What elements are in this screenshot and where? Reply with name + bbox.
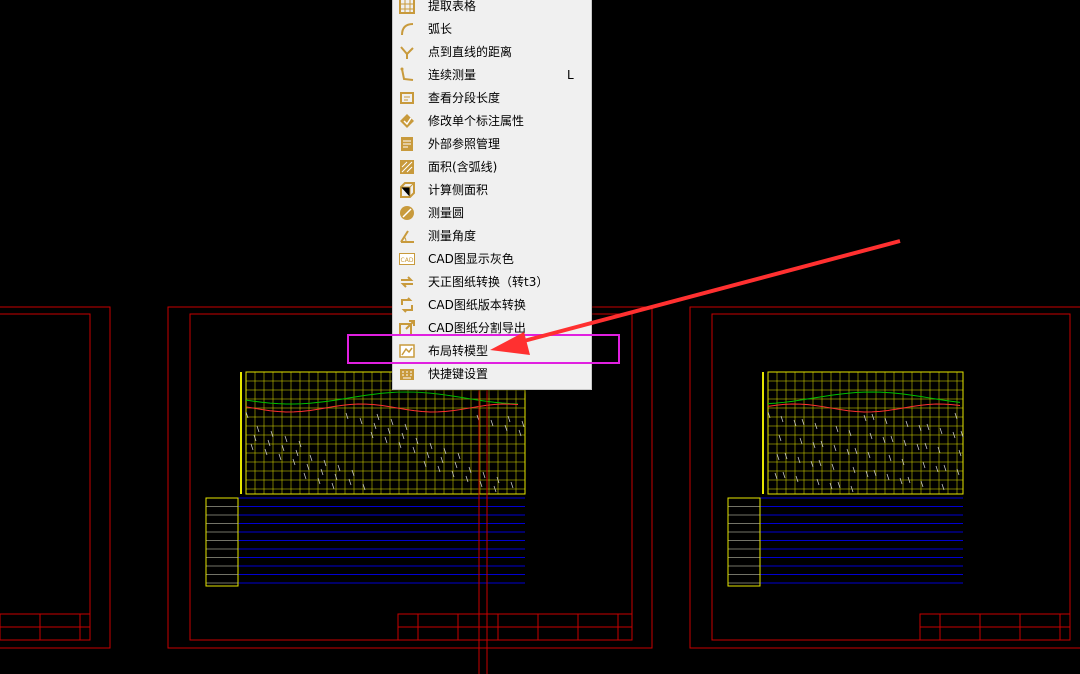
- edit-dimension-icon: [399, 113, 415, 129]
- menu-item-label: CAD图显示灰色: [428, 252, 514, 266]
- highlight-box: [347, 334, 620, 364]
- menu-item-label: 快捷键设置: [428, 367, 489, 381]
- menu-item-tangent-convert[interactable]: 天正图纸转换（转t3）: [393, 271, 591, 294]
- menu-item-xref-manager[interactable]: 外部参照管理: [393, 133, 591, 156]
- menu-item-arc-length[interactable]: 弧长: [393, 18, 591, 41]
- gray-display-badge: CAD: [401, 257, 414, 264]
- menu-item-label: 测量圆: [428, 206, 465, 220]
- measure-circle-icon: [399, 205, 415, 221]
- menu-item-label: 点到直线的距离: [428, 45, 513, 59]
- menu-item-edit-dimension[interactable]: 修改单个标注属性: [393, 110, 591, 133]
- menu-item-label: 面积(含弧线): [428, 160, 498, 174]
- menu-item-label: 提取表格: [428, 0, 477, 13]
- menu-item-label: 天正图纸转换（转t3）: [428, 275, 549, 289]
- context-menu: 提取表格 弧长 点到直线的距离 连续测量 L 查看分段长度 修改单个标注属性 外…: [392, 0, 592, 390]
- menu-item-extract-table[interactable]: 提取表格: [393, 0, 591, 18]
- menu-item-segment-length[interactable]: 查看分段长度: [393, 87, 591, 110]
- table-extract-icon: [399, 0, 415, 14]
- menu-item-label: 修改单个标注属性: [428, 114, 525, 128]
- continuous-measure-icon: [399, 67, 415, 83]
- version-convert-icon: [399, 297, 415, 313]
- menu-item-label: 测量角度: [428, 229, 477, 243]
- shortcut-key: L: [567, 68, 574, 82]
- menu-item-label: 连续测量: [428, 68, 477, 82]
- menu-item-side-area[interactable]: 计算侧面积: [393, 179, 591, 202]
- menu-item-shortcut-settings[interactable]: 快捷键设置: [393, 363, 591, 386]
- side-area-icon: [399, 182, 415, 198]
- menu-item-measure-circle[interactable]: 测量圆: [393, 202, 591, 225]
- shortcut-settings-icon: [399, 366, 415, 382]
- menu-item-label: 查看分段长度: [428, 91, 501, 105]
- menu-item-label: 外部参照管理: [428, 137, 501, 151]
- arc-length-icon: [399, 21, 415, 37]
- gray-display-icon: CAD: [399, 251, 415, 267]
- menu-item-label: 计算侧面积: [428, 183, 489, 197]
- menu-item-gray-display[interactable]: CAD CAD图显示灰色: [393, 248, 591, 271]
- tangent-convert-icon: [399, 274, 415, 290]
- area-arc-icon: [399, 159, 415, 175]
- measure-angle-icon: [399, 228, 415, 244]
- menu-item-measure-angle[interactable]: 测量角度: [393, 225, 591, 248]
- menu-item-continuous-measure[interactable]: 连续测量 L: [393, 64, 591, 87]
- point-line-distance-icon: [399, 44, 415, 60]
- menu-item-label: CAD图纸版本转换: [428, 298, 526, 312]
- xref-manager-icon: [399, 136, 415, 152]
- menu-item-version-convert[interactable]: CAD图纸版本转换: [393, 294, 591, 317]
- segment-length-icon: [399, 90, 415, 106]
- menu-item-label: 弧长: [428, 22, 453, 36]
- menu-item-point-line-distance[interactable]: 点到直线的距离: [393, 41, 591, 64]
- menu-item-area-arc[interactable]: 面积(含弧线): [393, 156, 591, 179]
